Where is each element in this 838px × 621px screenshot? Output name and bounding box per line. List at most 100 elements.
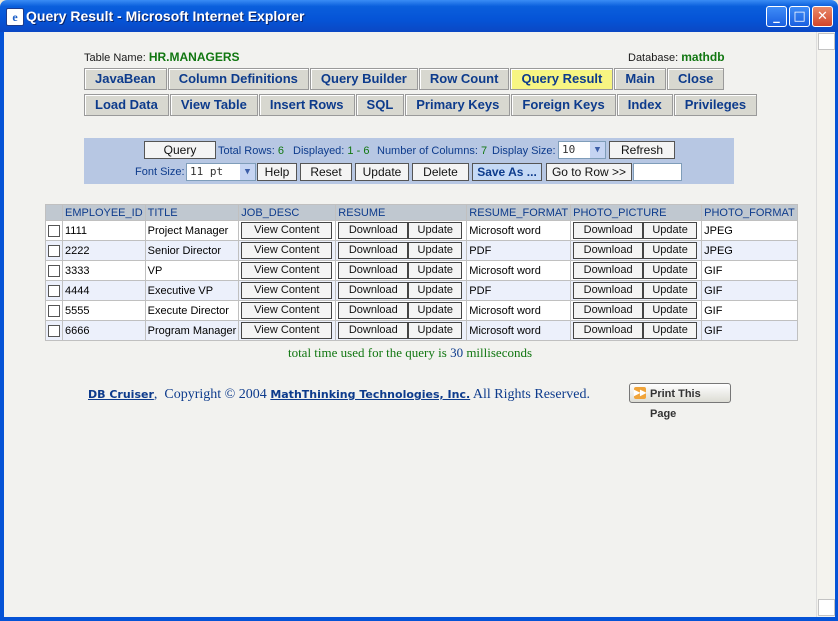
minimize-button[interactable]: _: [766, 6, 787, 27]
nav-tab-column-definitions[interactable]: Column Definitions: [167, 68, 309, 90]
table-name-caption: Table Name:: [84, 52, 146, 64]
view-content-button[interactable]: View Content: [241, 262, 333, 279]
photo-update-button[interactable]: Update: [643, 322, 698, 339]
print-arrow-icon: ▶▶: [634, 387, 647, 399]
nav-row-2: Load Data View Table Insert Rows SQL Primary…: [84, 94, 758, 116]
maximize-button[interactable]: □: [789, 6, 810, 27]
nav-tab-foreign-keys[interactable]: Foreign Keys: [511, 94, 616, 116]
total-rows-label: Total Rows: 6: [218, 145, 284, 157]
resume-update-button[interactable]: Update: [408, 302, 463, 319]
database-value: mathdb: [681, 50, 725, 64]
row-checkbox[interactable]: [48, 284, 60, 297]
row-checkbox[interactable]: [48, 324, 60, 337]
view-content-button[interactable]: View Content: [241, 302, 333, 319]
query-timing: total time used for the query is 30 mill…: [4, 345, 816, 361]
photo-update-button[interactable]: Update: [643, 302, 698, 319]
print-page-button[interactable]: ▶▶ Print This Page: [629, 383, 731, 420]
nav-tab-query-builder[interactable]: Query Builder: [309, 68, 418, 90]
nav-tab-privileges[interactable]: Privileges: [673, 94, 758, 116]
display-size-select[interactable]: 10 ▼: [558, 141, 606, 159]
view-content-button[interactable]: View Content: [241, 282, 333, 299]
nav-tab-main[interactable]: Main: [614, 68, 666, 90]
title-cell: Program Manager: [144, 320, 240, 341]
timing-suffix: milliseconds: [466, 345, 533, 360]
resume-download-button[interactable]: Download: [338, 242, 409, 259]
photo-update-button[interactable]: Update: [643, 262, 698, 279]
scroll-down-button[interactable]: [818, 599, 835, 616]
photo-format-cell: JPEG: [701, 220, 798, 241]
photo-update-button[interactable]: Update: [643, 222, 698, 239]
row-checkbox[interactable]: [48, 264, 60, 277]
company-link[interactable]: MathThinking Technologies, Inc.: [270, 388, 470, 401]
row-select-cell: [45, 320, 63, 341]
close-window-button[interactable]: ✕: [812, 6, 833, 27]
scroll-up-button[interactable]: [818, 33, 835, 50]
refresh-button[interactable]: Refresh: [609, 141, 675, 159]
help-button[interactable]: Help: [257, 163, 297, 181]
view-content-button[interactable]: View Content: [241, 222, 333, 239]
nav-tab-row-count[interactable]: Row Count: [418, 68, 510, 90]
vertical-scrollbar[interactable]: [816, 32, 835, 617]
chevron-down-icon[interactable]: ▼: [590, 142, 605, 158]
table-row: 6666 Program Manager View Content Download U…: [45, 320, 798, 341]
resume-cell: Download Update: [335, 260, 468, 281]
total-rows-caption: Total Rows:: [218, 145, 275, 157]
photo-picture-cell: Download Update: [570, 280, 703, 301]
resume-download-button[interactable]: Download: [338, 282, 409, 299]
resume-update-button[interactable]: Update: [408, 222, 463, 239]
photo-download-button[interactable]: Download: [573, 222, 644, 239]
view-content-button[interactable]: View Content: [241, 322, 333, 339]
chevron-down-icon[interactable]: ▼: [240, 164, 255, 180]
resume-format-cell: PDF: [466, 280, 572, 301]
resume-update-button[interactable]: Update: [408, 322, 463, 339]
nav-tab-insert-rows[interactable]: Insert Rows: [258, 94, 355, 116]
update-button[interactable]: Update: [355, 163, 409, 181]
job-desc-cell: View Content: [238, 280, 337, 301]
photo-download-button[interactable]: Download: [573, 282, 644, 299]
delete-button[interactable]: Delete: [412, 163, 469, 181]
nav-tab-query-result[interactable]: Query Result: [510, 68, 614, 90]
job-desc-cell: View Content: [238, 220, 337, 241]
nav-tab-javabean[interactable]: JavaBean: [84, 68, 167, 90]
nav-tab-primary-keys[interactable]: Primary Keys: [405, 94, 511, 116]
resume-download-button[interactable]: Download: [338, 322, 409, 339]
save-as-button[interactable]: Save As ...: [472, 163, 542, 181]
nav-tab-sql[interactable]: SQL: [355, 94, 405, 116]
nav-row-1: JavaBean Column Definitions Query Builder R…: [84, 68, 725, 90]
nav-tab-view-table[interactable]: View Table: [169, 94, 258, 116]
footer: DB Cruiser, Copyright © 2004 MathThinkin…: [88, 387, 590, 402]
resume-update-button[interactable]: Update: [408, 262, 463, 279]
reset-button[interactable]: Reset: [300, 163, 352, 181]
resume-download-button[interactable]: Download: [338, 262, 409, 279]
query-button[interactable]: Query: [144, 141, 216, 159]
row-checkbox[interactable]: [48, 244, 60, 257]
resume-download-button[interactable]: Download: [338, 222, 409, 239]
row-select-cell: [45, 260, 63, 281]
resume-update-button[interactable]: Update: [408, 282, 463, 299]
columns-caption: Number of Columns:: [377, 145, 478, 157]
photo-update-button[interactable]: Update: [643, 282, 698, 299]
go-to-row-button[interactable]: Go to Row >>: [546, 163, 632, 181]
photo-download-button[interactable]: Download: [573, 242, 644, 259]
nav-tab-load-data[interactable]: Load Data: [84, 94, 169, 116]
resume-update-button[interactable]: Update: [408, 242, 463, 259]
resume-download-button[interactable]: Download: [338, 302, 409, 319]
print-page-label: Print This Page: [650, 388, 701, 420]
go-to-row-input[interactable]: [633, 163, 682, 181]
photo-update-button[interactable]: Update: [643, 242, 698, 259]
photo-download-button[interactable]: Download: [573, 302, 644, 319]
font-size-select[interactable]: 11 pt ▼: [186, 163, 256, 181]
nav-tab-index[interactable]: Index: [616, 94, 673, 116]
db-cruiser-link[interactable]: DB Cruiser: [88, 388, 154, 401]
photo-download-button[interactable]: Download: [573, 262, 644, 279]
nav-tab-close[interactable]: Close: [667, 68, 725, 90]
view-content-button[interactable]: View Content: [241, 242, 333, 259]
photo-download-button[interactable]: Download: [573, 322, 644, 339]
row-checkbox[interactable]: [48, 224, 60, 237]
title-bar[interactable]: e Query Result - Microsoft Internet Expl…: [0, 0, 838, 32]
font-size-label: Font Size:: [135, 166, 185, 178]
table-row: 2222 Senior Director View Content Download U…: [45, 240, 798, 261]
photo-picture-cell: Download Update: [570, 320, 703, 341]
row-checkbox[interactable]: [48, 304, 60, 317]
resume-cell: Download Update: [335, 280, 468, 301]
